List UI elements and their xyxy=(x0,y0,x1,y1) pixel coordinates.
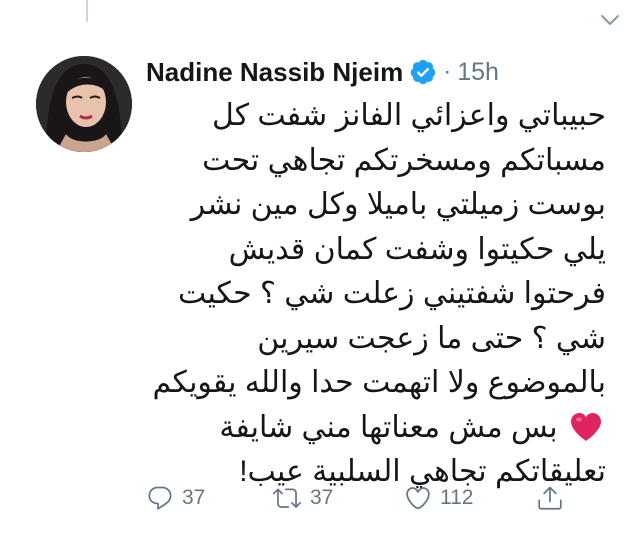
reply-count: 37 xyxy=(182,486,206,509)
retweet-icon xyxy=(272,484,302,512)
tweet-actions: 37 37 112 xyxy=(146,478,606,518)
tweet-text-part-2: بس مش معناتها مني شايفة تعليقاتكم تجاهي … xyxy=(219,410,606,489)
reply-icon xyxy=(146,484,174,512)
heart-emoji-icon xyxy=(570,411,602,441)
tweet-header: Nadine Nassib Njeim · 15h xyxy=(146,52,616,92)
retweet-button[interactable]: 37 xyxy=(272,478,333,518)
like-icon xyxy=(404,484,432,512)
share-icon xyxy=(536,484,564,512)
tweet-text: حبيباتي واعزائي الفانز شفت كل مسباتكم وم… xyxy=(146,94,606,495)
tweet-timestamp[interactable]: 15h xyxy=(457,58,499,87)
like-count: 112 xyxy=(440,486,474,509)
verified-badge-icon xyxy=(409,58,437,86)
retweet-count: 37 xyxy=(310,486,334,509)
avatar[interactable] xyxy=(36,56,132,152)
reply-button[interactable]: 37 xyxy=(146,478,205,518)
separator-dot: · xyxy=(443,58,452,85)
share-button[interactable] xyxy=(536,478,564,518)
like-button[interactable]: 112 xyxy=(404,478,473,518)
author-name[interactable]: Nadine Nassib Njeim xyxy=(146,57,403,88)
chevron-down-icon[interactable] xyxy=(598,8,622,32)
tweet-text-part-1: حبيباتي واعزائي الفانز شفت كل مسباتكم وم… xyxy=(152,99,606,399)
tweet[interactable]: Nadine Nassib Njeim · 15h حبيباتي واعزائ… xyxy=(0,0,630,552)
